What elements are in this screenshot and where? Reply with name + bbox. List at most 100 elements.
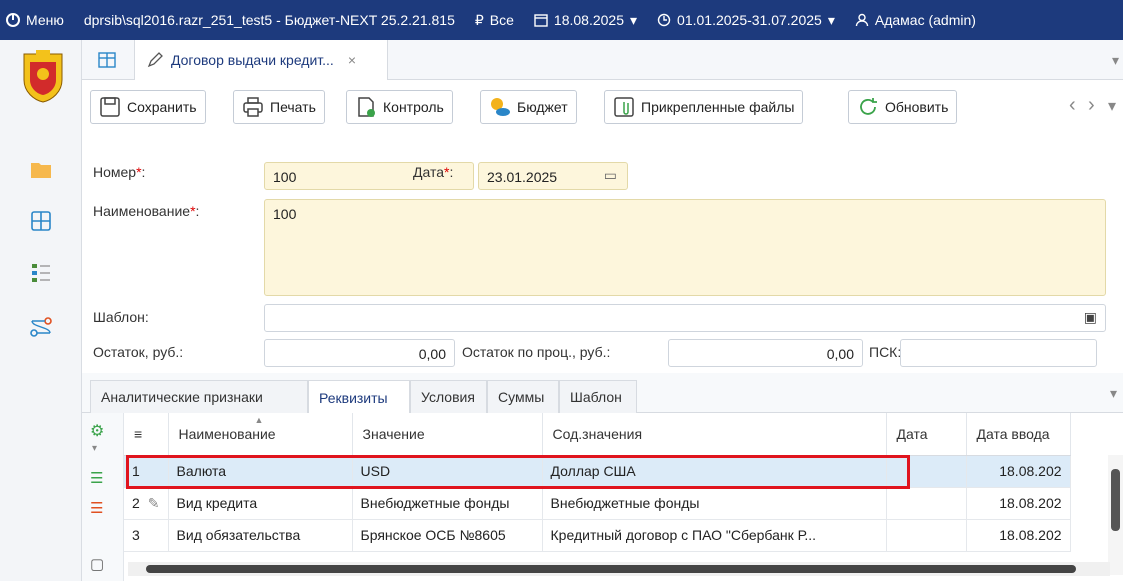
menu-label: Меню xyxy=(26,12,64,28)
tab-requisites[interactable]: Реквизиты xyxy=(308,380,410,414)
tree-list-icon[interactable] xyxy=(30,262,52,284)
template-field[interactable]: ▣ xyxy=(264,304,1106,332)
workflow-icon[interactable] xyxy=(30,316,52,338)
row-content: Внебюджетные фонды xyxy=(542,487,887,520)
table-row[interactable]: 3 Вид обязательства Брянское ОСБ №8605 К… xyxy=(124,519,1071,552)
coins-icon xyxy=(491,98,510,116)
date-selector[interactable]: 18.08.2025 ▾ xyxy=(534,12,637,29)
period-selector[interactable]: 01.01.2025-31.07.2025 ▾ xyxy=(657,12,835,29)
delete-row-icon[interactable]: ☰ xyxy=(90,499,103,517)
clock-icon xyxy=(657,13,671,27)
name-label: Наименование*: xyxy=(93,203,200,219)
horizontal-scrollbar[interactable] xyxy=(128,562,1110,576)
save-icon xyxy=(100,97,120,117)
table-row[interactable]: 1 Валюта USD Доллар США 18.08.202 xyxy=(124,455,1071,488)
printer-icon xyxy=(243,97,263,117)
pencil-icon xyxy=(147,52,163,68)
menu-button[interactable]: Меню xyxy=(6,12,64,28)
settings-icon[interactable]: ⚙ xyxy=(90,421,104,441)
dashboard-icon[interactable] xyxy=(30,210,52,232)
chevron-down-icon[interactable]: ▾ xyxy=(1112,52,1119,69)
row-number: 3 xyxy=(124,519,169,552)
grid-tools: ⚙ ▾ ☰ ☰ ▢ xyxy=(82,413,124,581)
row-input-date: 18.08.202 xyxy=(966,455,1071,488)
row-value: USD xyxy=(352,455,543,488)
toolbar: Сохранить Печать Контроль Бюджет Прикреп… xyxy=(82,80,1123,130)
tab-contract[interactable]: Договор выдачи кредит... × xyxy=(134,40,388,80)
user-menu[interactable]: Адамас (admin) xyxy=(855,12,976,28)
row-content: Кредитный договор с ПАО "Сбербанк Р... xyxy=(542,519,887,552)
row-input-date: 18.08.202 xyxy=(966,519,1071,552)
panel-icon[interactable] xyxy=(98,52,116,68)
row-date xyxy=(886,455,967,488)
pencil-icon: ✎ xyxy=(147,494,160,511)
print-button[interactable]: Печать xyxy=(233,90,325,124)
date-field[interactable]: 23.01.2025 ▭ xyxy=(478,162,628,190)
connection-title: dprsib\sql2016.razr_251_test5 - Бюджет-N… xyxy=(83,12,455,28)
interest-balance-label: Остаток по проц., руб.: xyxy=(462,344,611,360)
menu-icon[interactable]: ≡ xyxy=(134,426,142,442)
table-row[interactable]: 2 ✎ Вид кредита Внебюджетные фонды Внебюд… xyxy=(124,487,1071,520)
row-value: Внебюджетные фонды xyxy=(352,487,543,520)
row-number: 2 ✎ xyxy=(124,487,169,520)
chevron-down-icon[interactable]: ▾ xyxy=(92,443,97,454)
requisites-grid: ⚙ ▾ ☰ ☰ ▢ ≡ ▲ Наименование Значение Сод.з… xyxy=(82,413,1123,581)
add-row-icon[interactable]: ☰ xyxy=(90,469,103,487)
document-check-icon xyxy=(358,97,375,117)
row-input-date: 18.08.202 xyxy=(966,487,1071,520)
folder-icon[interactable] xyxy=(30,158,52,180)
budget-button[interactable]: Бюджет xyxy=(480,90,577,124)
attachments-button[interactable]: Прикрепленные файлы xyxy=(604,90,804,124)
column-header-input-date[interactable]: Дата ввода xyxy=(966,413,1071,456)
ruble-icon: ₽ xyxy=(474,11,484,28)
left-sidebar xyxy=(0,40,82,581)
row-value: Брянское ОСБ №8605 xyxy=(352,519,543,552)
next-icon[interactable]: › xyxy=(1088,94,1095,117)
psk-label: ПСК: xyxy=(869,344,902,360)
balance-field[interactable]: 0,00 xyxy=(264,339,455,367)
scroll-thumb[interactable] xyxy=(146,565,1076,573)
tab-analytics[interactable]: Аналитические признаки xyxy=(90,380,308,413)
calendar-icon xyxy=(534,14,548,27)
chevron-down-icon[interactable]: ▾ xyxy=(1108,96,1116,116)
name-field[interactable]: 100 xyxy=(264,199,1106,296)
requisites-table: ≡ ▲ Наименование Значение Сод.значения Да… xyxy=(124,413,1071,552)
attachment-icon xyxy=(614,97,634,117)
column-header-content[interactable]: Сод.значения xyxy=(542,413,887,456)
control-button[interactable]: Контроль xyxy=(346,90,453,124)
row-content: Доллар США xyxy=(542,455,887,488)
subtab-bar: Аналитические признаки Реквизиты Условия… xyxy=(82,373,1123,414)
lookup-icon[interactable]: ▣ xyxy=(1084,309,1097,326)
row-name: Вид обязательства xyxy=(168,519,353,552)
close-icon[interactable]: × xyxy=(348,52,356,68)
column-header-value[interactable]: Значение xyxy=(352,413,543,456)
refresh-button[interactable]: Обновить xyxy=(848,90,958,124)
refresh-icon xyxy=(860,98,877,115)
tab-label: Договор выдачи кредит... xyxy=(171,52,334,68)
panel-toggle-icon[interactable]: ▢ xyxy=(90,555,104,573)
save-button[interactable]: Сохранить xyxy=(90,90,206,124)
chevron-down-icon[interactable]: ▾ xyxy=(1110,385,1117,402)
row-name: Вид кредита xyxy=(168,487,353,520)
tab-template[interactable]: Шаблон xyxy=(559,380,637,413)
row-name: Валюта xyxy=(168,455,353,488)
column-header-name[interactable]: ▲ Наименование xyxy=(168,413,353,456)
document-tab-bar: Договор выдачи кредит... × ▾ xyxy=(82,40,1123,80)
column-menu[interactable]: ≡ xyxy=(124,413,169,456)
number-label: Номер*: xyxy=(93,164,146,180)
tab-sums[interactable]: Суммы xyxy=(487,380,559,413)
interest-balance-field[interactable]: 0,00 xyxy=(668,339,863,367)
date-label: Дата*: xyxy=(413,164,454,180)
scroll-thumb[interactable] xyxy=(1111,469,1120,531)
previous-icon[interactable]: ‹ xyxy=(1069,94,1076,117)
tab-conditions[interactable]: Условия xyxy=(410,380,487,413)
currency-filter[interactable]: ₽ Все xyxy=(475,12,514,29)
template-label: Шаблон: xyxy=(93,309,149,325)
column-header-date[interactable]: Дата xyxy=(886,413,967,456)
coat-of-arms-logo xyxy=(23,50,63,103)
vertical-scrollbar[interactable] xyxy=(1108,455,1123,575)
calendar-icon[interactable]: ▭ xyxy=(604,167,617,184)
psk-field[interactable] xyxy=(900,339,1097,367)
row-date xyxy=(886,487,967,520)
row-date xyxy=(886,519,967,552)
